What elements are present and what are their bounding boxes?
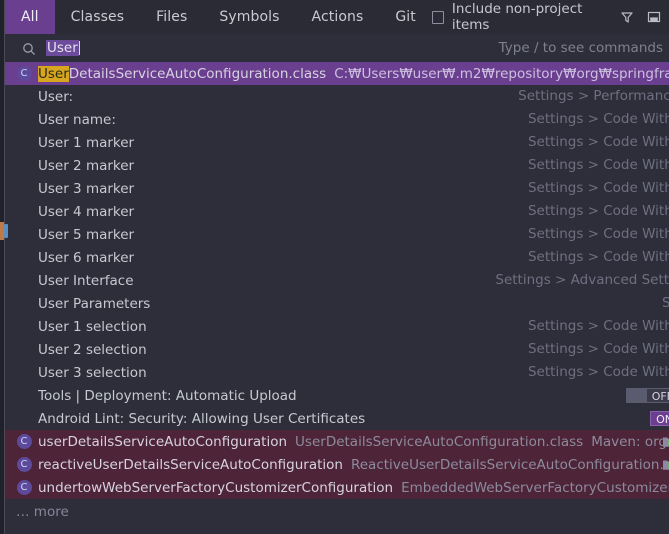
result-secondary-text: EmbeddedWebServerFactoryCustomizerAutoCo… bbox=[401, 479, 669, 496]
search-hint: Type / to see commands bbox=[498, 40, 663, 56]
search-everywhere-popup: All Classes Files Symbols Actions Git In… bbox=[0, 0, 669, 534]
result-secondary-text: UserDetailsServiceAutoConfiguration.clas… bbox=[295, 433, 584, 450]
setting-breadcrumb: Settings > Code With Me bbox=[527, 249, 669, 265]
setting-label: User 3 selection bbox=[38, 364, 147, 381]
tab-classes-label: Classes bbox=[70, 9, 125, 25]
setting-breadcrumb: Settings > Code With Me bbox=[527, 134, 669, 150]
gutter-divider bbox=[4, 0, 5, 534]
setting-breadcrumb: Settings > Code With Me bbox=[527, 111, 669, 127]
result-row-setting[interactable]: User Parameters Settings > bbox=[5, 292, 669, 315]
filter-icon[interactable] bbox=[619, 8, 635, 26]
match-highlight: User bbox=[38, 65, 69, 82]
tab-files-label: Files bbox=[156, 9, 188, 25]
tab-symbols-label: Symbols bbox=[219, 9, 280, 25]
tab-git[interactable]: Git bbox=[379, 0, 432, 34]
result-row-class[interactable]: C undertowWebServerFactoryCustomizerConf… bbox=[5, 476, 669, 499]
result-row-setting[interactable]: User 4 marker Settings > Code With Me bbox=[5, 200, 669, 223]
result-secondary-path: C:₩Users₩user₩.m2₩repository₩org₩springf… bbox=[334, 65, 669, 82]
results-list[interactable]: C User DetailsServiceAutoConfiguration.cl… bbox=[5, 62, 669, 534]
result-primary-text: reactiveUserDetailsServiceAutoConfigurat… bbox=[38, 456, 343, 473]
result-module-text: Maven: org.springframework.boo... bbox=[591, 433, 669, 450]
search-input-value: User bbox=[47, 40, 78, 56]
setting-label: User 2 selection bbox=[38, 341, 147, 358]
text-caret bbox=[78, 41, 80, 55]
result-row-toggle[interactable]: Android Lint: Security: Allowing User Ce… bbox=[5, 407, 669, 430]
search-icon bbox=[22, 41, 36, 56]
result-row-selected[interactable]: C User DetailsServiceAutoConfiguration.cl… bbox=[5, 62, 669, 85]
result-row-setting[interactable]: User Interface Settings > Advanced Setti… bbox=[5, 269, 669, 292]
result-primary-text: undertowWebServerFactoryCustomizerConfig… bbox=[38, 479, 394, 496]
setting-breadcrumb: Settings > Code With Me bbox=[527, 226, 669, 242]
result-row-setting[interactable]: User 2 selection Settings > Code With Me bbox=[5, 338, 669, 361]
toggle-state-label: OFF bbox=[645, 388, 669, 403]
tab-symbols[interactable]: Symbols bbox=[203, 0, 295, 34]
result-row-setting[interactable]: User 3 selection Settings > Code With Me bbox=[5, 361, 669, 384]
setting-breadcrumb: Settings > Code With Me bbox=[527, 318, 669, 334]
setting-label: User 2 marker bbox=[38, 157, 135, 174]
setting-label: User 1 marker bbox=[38, 134, 135, 151]
toggle-label: Tools | Deployment: Automatic Upload bbox=[38, 387, 297, 404]
tab-bar-right-controls: Include non-project items bbox=[431, 0, 669, 34]
result-row-toggle[interactable]: Tools | Deployment: Automatic Upload OFF bbox=[5, 384, 669, 407]
setting-label: User 1 selection bbox=[38, 318, 147, 335]
setting-breadcrumb: Settings > Code With Me bbox=[527, 180, 669, 196]
setting-label: User Interface bbox=[38, 272, 134, 289]
tab-all[interactable]: All bbox=[5, 0, 55, 34]
result-primary-text: userDetailsServiceAutoConfiguration bbox=[38, 433, 288, 450]
toggle-switch-off[interactable]: OFF bbox=[625, 388, 669, 403]
search-input[interactable]: User bbox=[46, 40, 79, 56]
result-row-class[interactable]: C reactiveUserDetailsServiceAutoConfigur… bbox=[5, 453, 669, 476]
include-non-project-items-label: Include non-project items bbox=[451, 1, 583, 33]
setting-label: User Parameters bbox=[38, 295, 151, 312]
toggle-switch-on[interactable]: ON bbox=[650, 411, 669, 426]
preview-panel-icon[interactable] bbox=[646, 8, 662, 26]
library-icon bbox=[662, 435, 669, 448]
library-icon bbox=[662, 458, 669, 471]
tab-classes[interactable]: Classes bbox=[55, 0, 140, 34]
setting-label: User 3 marker bbox=[38, 180, 135, 197]
search-row[interactable]: User Type / to see commands bbox=[5, 34, 669, 62]
tab-files[interactable]: Files bbox=[140, 0, 203, 34]
result-row-setting[interactable]: User 3 marker Settings > Code With Me bbox=[5, 177, 669, 200]
toggle-label: Android Lint: Security: Allowing User Ce… bbox=[38, 410, 366, 427]
setting-breadcrumb: Settings > Advanced Settings bbox=[495, 272, 669, 288]
result-secondary-text: ReactiveUserDetailsServiceAutoConfigurat… bbox=[350, 456, 669, 473]
more-results-button[interactable]: … more bbox=[5, 499, 669, 525]
setting-breadcrumb: Settings > Code With Me bbox=[527, 364, 669, 380]
tab-bar: All Classes Files Symbols Actions Git In… bbox=[5, 0, 669, 34]
result-row-setting[interactable]: User: Settings > Performance bbox=[5, 85, 669, 108]
result-row-setting[interactable]: User name: Settings > Code With Me bbox=[5, 108, 669, 131]
setting-breadcrumb: Settings > Code With Me bbox=[527, 203, 669, 219]
toggle-knob bbox=[625, 388, 646, 403]
result-row-setting[interactable]: User 5 marker Settings > Code With Me bbox=[5, 223, 669, 246]
tab-git-label: Git bbox=[395, 9, 416, 25]
checkbox-box[interactable] bbox=[431, 10, 444, 24]
setting-breadcrumb: Settings > Performance bbox=[518, 88, 669, 104]
setting-breadcrumb: Settings > bbox=[662, 295, 669, 311]
setting-label: User 5 marker bbox=[38, 226, 135, 243]
include-non-project-items-checkbox[interactable]: Include non-project items bbox=[431, 1, 609, 33]
gutter-caret-marker bbox=[4, 224, 8, 238]
class-icon: C bbox=[16, 434, 32, 450]
tab-actions-label: Actions bbox=[311, 9, 364, 25]
class-icon: C bbox=[16, 457, 32, 473]
class-icon: C bbox=[16, 480, 32, 496]
toggle-state-label: ON bbox=[650, 411, 669, 426]
result-row-class[interactable]: C userDetailsServiceAutoConfiguration Us… bbox=[5, 430, 669, 453]
tab-actions[interactable]: Actions bbox=[296, 0, 380, 34]
setting-label: User name: bbox=[38, 111, 116, 128]
setting-label: User: bbox=[38, 88, 74, 105]
result-row-setting[interactable]: User 1 selection Settings > Code With Me bbox=[5, 315, 669, 338]
result-primary-text: DetailsServiceAutoConfiguration.class bbox=[68, 65, 327, 82]
setting-label: User 6 marker bbox=[38, 249, 135, 266]
setting-label: User 4 marker bbox=[38, 203, 135, 220]
tab-all-label: All bbox=[21, 9, 39, 25]
result-row-setting[interactable]: User 6 marker Settings > Code With Me bbox=[5, 246, 669, 269]
result-row-setting[interactable]: User 1 marker Settings > Code With Me bbox=[5, 131, 669, 154]
more-results-label: … more bbox=[16, 504, 69, 520]
result-row-setting[interactable]: User 2 marker Settings > Code With Me bbox=[5, 154, 669, 177]
class-icon: C bbox=[16, 66, 32, 82]
setting-breadcrumb: Settings > Code With Me bbox=[527, 341, 669, 357]
setting-breadcrumb: Settings > Code With Me bbox=[527, 157, 669, 173]
